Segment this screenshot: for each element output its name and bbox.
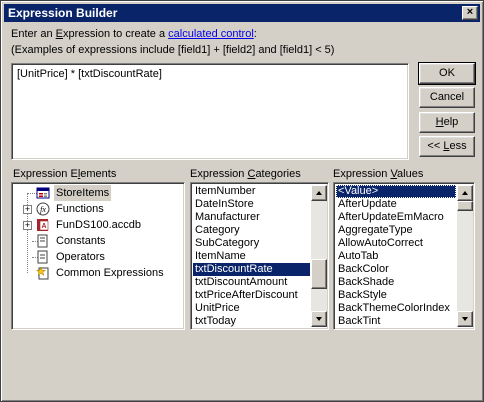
- categories-label-end: ategories: [255, 168, 301, 180]
- list-item[interactable]: UnitPrice: [193, 302, 310, 315]
- values-label-end: alues: [397, 168, 424, 180]
- list-item[interactable]: txtDiscountRate: [193, 263, 310, 276]
- categories-label-start: Expression: [190, 168, 248, 180]
- scroll-thumb[interactable]: [457, 201, 473, 211]
- values-label-start: Expression: [333, 168, 391, 180]
- operators-icon: [37, 250, 48, 264]
- list-item[interactable]: BackColor: [336, 263, 456, 276]
- list-item[interactable]: <Value>: [336, 185, 456, 198]
- elements-label-end: ements: [80, 168, 117, 180]
- values-scrollbar[interactable]: [457, 185, 473, 327]
- svg-text:A: A: [41, 223, 46, 230]
- prompt-text-end: :: [253, 28, 257, 40]
- categories-scrollbar[interactable]: [311, 185, 327, 327]
- elements-label-start: Expression E: [13, 168, 78, 180]
- list-item[interactable]: txtDiscountAmount: [193, 276, 310, 289]
- values-label: Expression Values: [333, 168, 423, 180]
- window-title: Expression Builder: [8, 6, 118, 20]
- constants-icon: [37, 234, 48, 248]
- scroll-up-button[interactable]: [457, 185, 473, 201]
- cancel-button[interactable]: Cancel: [419, 87, 475, 108]
- common-expressions-icon: [36, 266, 49, 280]
- list-item[interactable]: AllowAutoCorrect: [336, 237, 456, 250]
- scroll-down-button[interactable]: [311, 311, 327, 327]
- list-item[interactable]: BackThemeColorIndex: [336, 302, 456, 315]
- arrow-up-icon: [462, 191, 468, 195]
- list-item[interactable]: AfterUpdateEmMacro: [336, 211, 456, 224]
- list-item[interactable]: BackTint: [336, 315, 456, 328]
- list-item[interactable]: ItemNumber: [193, 185, 310, 198]
- list-item[interactable]: txtToday: [193, 315, 310, 328]
- ok-button[interactable]: OK: [418, 62, 476, 85]
- expression-builder-window: Expression Builder × Enter an Expression…: [0, 0, 484, 402]
- list-item[interactable]: Manufacturer: [193, 211, 310, 224]
- cancel-button-label: Cancel: [429, 91, 465, 103]
- tree-item-label: FunDS100.accdb: [56, 219, 141, 231]
- values-list[interactable]: <Value> AfterUpdate AfterUpdateEmMacro Aggr…: [333, 182, 475, 330]
- categories-label: Expression Categories: [190, 168, 301, 180]
- scroll-up-button[interactable]: [311, 185, 327, 201]
- help-button-label: elp: [443, 116, 459, 128]
- help-button[interactable]: Help: [419, 112, 475, 133]
- less-button-label: ess: [449, 140, 467, 152]
- close-icon: ×: [466, 6, 474, 18]
- form-icon: [36, 187, 50, 199]
- scroll-down-button[interactable]: [457, 311, 473, 327]
- examples-text: (Examples of expressions include [field1…: [11, 44, 335, 56]
- list-item[interactable]: txtPriceAfterDiscount: [193, 289, 310, 302]
- list-item[interactable]: ItemName: [193, 250, 310, 263]
- svg-text:fx: fx: [40, 205, 46, 214]
- categories-list[interactable]: ItemNumber DateInStore Manufacturer Categor…: [190, 182, 329, 330]
- list-item[interactable]: Category: [193, 224, 310, 237]
- prompt-text: Enter an Expression to create a calculat…: [11, 28, 257, 40]
- tree-item-label: Common Expressions: [56, 267, 164, 279]
- scroll-thumb[interactable]: [311, 259, 327, 289]
- function-icon: fx: [36, 202, 50, 216]
- close-button[interactable]: ×: [462, 6, 478, 20]
- prompt-accesskey: E: [55, 28, 63, 40]
- expand-functions-icon[interactable]: +: [23, 205, 32, 214]
- arrow-down-icon: [316, 317, 322, 321]
- tree-item-label: Constants: [56, 235, 106, 247]
- less-button[interactable]: << Less: [419, 136, 475, 157]
- ok-button-label: OK: [439, 67, 455, 79]
- arrow-down-icon: [462, 317, 468, 321]
- list-item[interactable]: BackShade: [336, 276, 456, 289]
- arrow-up-icon: [316, 191, 322, 195]
- title-bar: Expression Builder ×: [4, 4, 480, 22]
- list-item[interactable]: AutoTab: [336, 250, 456, 263]
- tree-item-label: Operators: [56, 251, 105, 263]
- database-icon: A: [37, 219, 49, 231]
- list-item[interactable]: DateInStore: [193, 198, 310, 211]
- expression-text: [UnitPrice] * [txtDiscountRate]: [17, 68, 162, 80]
- prompt-text-middle: xpression to create a: [62, 28, 169, 40]
- list-item[interactable]: AggregateType: [336, 224, 456, 237]
- list-item[interactable]: SubCategory: [193, 237, 310, 250]
- tree-item-label: Functions: [56, 203, 104, 215]
- calculated-control-link[interactable]: calculated control: [168, 28, 254, 40]
- elements-label: Expression Elements: [13, 168, 116, 180]
- expression-input[interactable]: [UnitPrice] * [txtDiscountRate]: [11, 63, 409, 160]
- tree-item-label: StoreItems: [54, 185, 112, 201]
- less-chevrons: <<: [427, 140, 444, 152]
- elements-tree[interactable]: StoreItems + fx Functions + A FunDS100.a…: [11, 182, 185, 330]
- list-item[interactable]: BackStyle: [336, 289, 456, 302]
- list-item[interactable]: AfterUpdate: [336, 198, 456, 211]
- expand-database-icon[interactable]: +: [23, 221, 32, 230]
- help-accesskey: H: [435, 116, 444, 128]
- prompt-text-start: Enter an: [11, 28, 56, 40]
